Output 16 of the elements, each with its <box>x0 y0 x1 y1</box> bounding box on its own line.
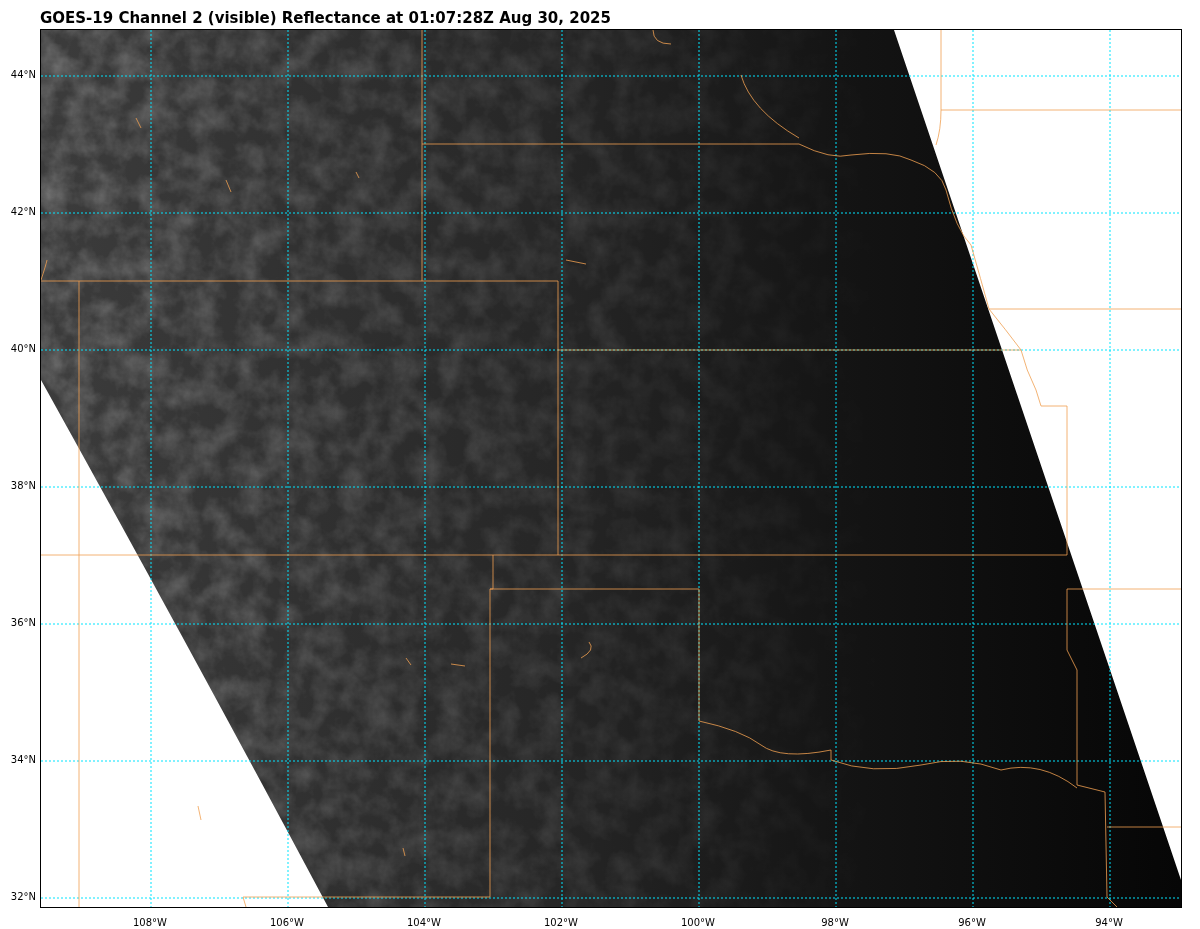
latitude-label: 32°N <box>10 891 36 903</box>
latitude-label: 38°N <box>10 480 36 492</box>
latitude-label: 34°N <box>10 754 36 766</box>
longitude-label: 98°W <box>821 917 849 929</box>
latitude-label: 40°N <box>10 343 36 355</box>
longitude-label: 108°W <box>133 917 167 929</box>
longitude-label: 96°W <box>958 917 986 929</box>
latitude-label: 42°N <box>10 206 36 218</box>
chart-title: GOES-19 Channel 2 (visible) Reflectance at 01:07:28Z Aug 30, 2025 <box>39 8 612 29</box>
latitude-label: 44°N <box>10 69 36 81</box>
longitude-label: 106°W <box>270 917 304 929</box>
longitude-label: 102°W <box>544 917 578 929</box>
longitude-label: 94°W <box>1095 917 1123 929</box>
longitude-label: 104°W <box>407 917 441 929</box>
longitude-label: 100°W <box>681 917 715 929</box>
latitude-label: 36°N <box>10 617 36 629</box>
